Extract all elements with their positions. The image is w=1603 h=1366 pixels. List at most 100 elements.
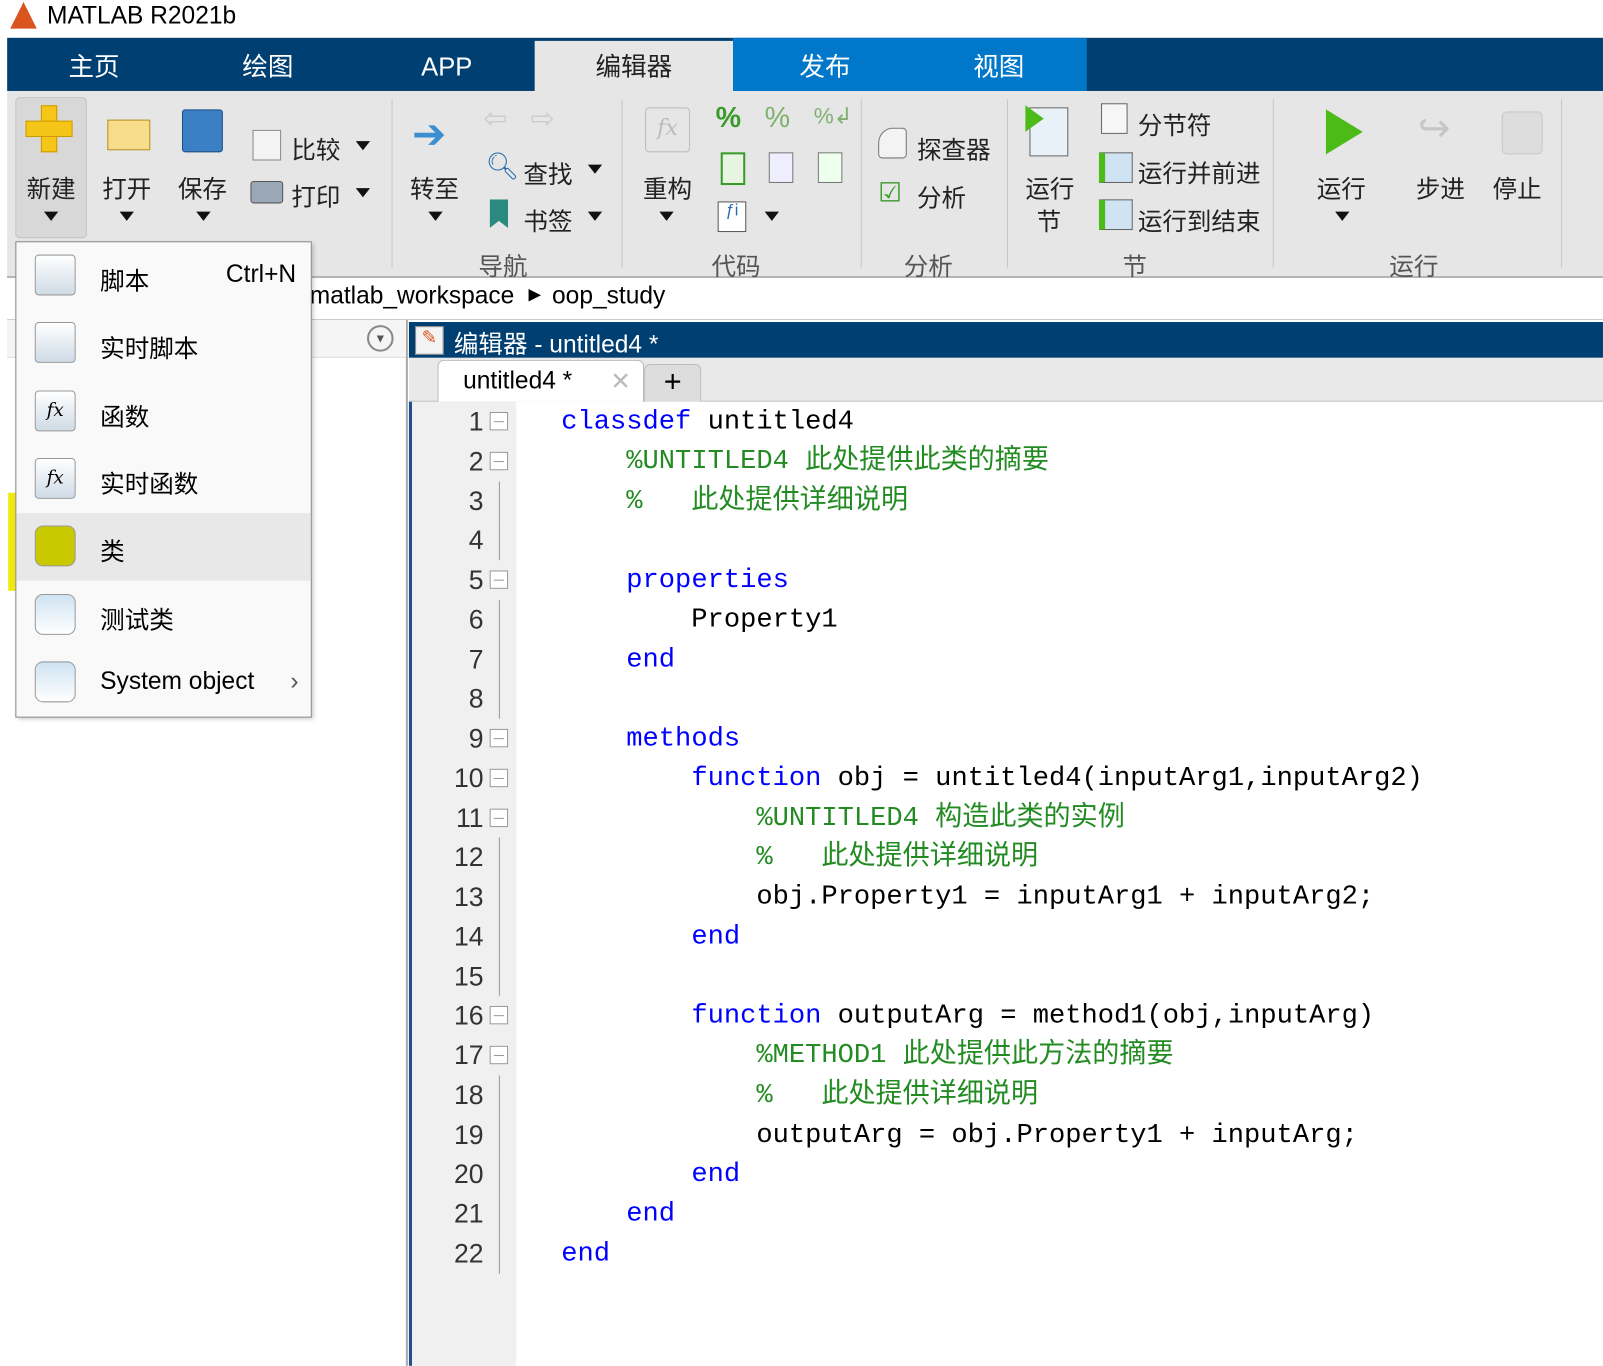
fold-toggle-icon[interactable] xyxy=(489,808,509,827)
compare-icon xyxy=(252,129,282,161)
tab-plots[interactable]: 绘图 xyxy=(212,38,324,91)
chevron-down-icon[interactable] xyxy=(119,211,134,221)
chevron-down-icon[interactable] xyxy=(355,141,371,151)
code-line[interactable]: methods xyxy=(561,719,740,759)
menu-item-test-class[interactable]: 测试类 xyxy=(16,581,310,648)
analyze-button[interactable]: 分析 xyxy=(917,178,966,214)
profiler-button[interactable]: 探查器 xyxy=(917,130,991,166)
menu-item-class[interactable]: 类 xyxy=(16,513,311,581)
menu-item-live-function[interactable]: fx 实时函数 xyxy=(16,446,310,513)
tab-publish[interactable]: 发布 xyxy=(769,38,881,91)
code-line[interactable]: end xyxy=(561,1234,610,1274)
code-line[interactable]: %UNTITLED4 此处提供此类的摘要 xyxy=(561,441,1049,481)
fold-toggle-icon[interactable] xyxy=(489,451,509,471)
chevron-down-icon[interactable] xyxy=(659,211,674,221)
refactor-button[interactable]: 重构 xyxy=(643,169,692,205)
code-comment: %UNTITLED4 构造此类的实例 xyxy=(756,801,1125,833)
forward-arrow-icon[interactable]: ⇨ xyxy=(531,101,555,135)
fold-toggle-icon[interactable] xyxy=(489,570,509,589)
code-line[interactable]: %UNTITLED4 构造此类的实例 xyxy=(561,798,1125,838)
uncomment-icon[interactable]: % xyxy=(765,101,790,134)
wrap-comments-icon[interactable]: %↲ xyxy=(814,103,853,130)
line-number: 15 xyxy=(453,960,484,992)
save-button[interactable]: 保存 xyxy=(178,169,227,205)
code-line[interactable]: % 此处提供详细说明 xyxy=(561,1075,1038,1115)
indent-icon[interactable] xyxy=(768,152,794,183)
tab-home[interactable]: 主页 xyxy=(38,38,150,91)
code-line[interactable]: function obj = untitled4(inputArg1,input… xyxy=(561,758,1423,798)
stop-button[interactable]: 停止 xyxy=(1493,169,1542,205)
code-line[interactable]: % 此处提供详细说明 xyxy=(561,838,1038,878)
tab-view[interactable]: 视图 xyxy=(943,38,1055,91)
menu-item-script[interactable]: 脚本 Ctrl+N xyxy=(16,242,310,309)
chevron-down-icon[interactable] xyxy=(587,211,603,221)
code-line[interactable]: Property1 xyxy=(561,600,837,640)
code-line[interactable]: obj.Property1 = inputArg1 + inputArg2; xyxy=(561,877,1374,917)
editor-tab-bar: untitled4 * ✕ + xyxy=(408,357,1603,402)
menu-item-system-object[interactable]: System object › xyxy=(16,649,310,716)
chevron-down-icon[interactable] xyxy=(764,211,779,221)
menu-item-label: 类 xyxy=(100,538,125,567)
find-button[interactable]: 查找 xyxy=(523,154,572,190)
editor-tab-untitled4[interactable]: untitled4 * ✕ xyxy=(437,359,645,402)
fold-toggle-icon[interactable] xyxy=(489,1006,509,1025)
chevron-down-icon[interactable] xyxy=(355,188,371,198)
comment-icon[interactable]: % xyxy=(716,101,741,134)
chevron-down-icon[interactable] xyxy=(428,211,443,221)
outdent-icon[interactable] xyxy=(817,152,843,183)
print-button[interactable]: 打印 xyxy=(291,177,340,213)
stop-icon[interactable] xyxy=(1501,111,1543,155)
code-line[interactable]: %METHOD1 此处提供此方法的摘要 xyxy=(561,1036,1173,1076)
chevron-down-icon[interactable] xyxy=(43,211,59,221)
fold-toggle-icon[interactable] xyxy=(489,411,509,431)
fold-toggle-icon[interactable] xyxy=(489,768,509,787)
close-icon[interactable]: ✕ xyxy=(610,367,631,397)
section-break-button[interactable]: 分节符 xyxy=(1138,105,1212,141)
panel-menu-icon[interactable]: ▼ xyxy=(367,325,394,352)
chevron-down-icon[interactable] xyxy=(1335,211,1350,221)
step-button[interactable]: 步进 xyxy=(1416,169,1465,205)
menu-item-live-script[interactable]: 实时脚本 xyxy=(16,310,310,377)
open-button[interactable]: 打开 xyxy=(102,169,151,205)
line-number: 19 xyxy=(453,1118,484,1150)
code-line[interactable]: classdef untitled4 xyxy=(561,402,854,442)
code-line[interactable]: outputArg = obj.Property1 + inputArg; xyxy=(561,1115,1358,1155)
code-line[interactable]: end xyxy=(561,1154,740,1194)
fold-toggle-icon[interactable] xyxy=(489,728,509,748)
new-tab-button[interactable]: + xyxy=(644,363,702,402)
code-area[interactable]: classdef untitled4 %UNTITLED4 此处提供此类的摘要 … xyxy=(516,401,1603,1366)
fixed-point-icon[interactable]: ƒi xyxy=(717,201,747,233)
save-disk-icon[interactable] xyxy=(181,109,223,153)
menu-item-function[interactable]: fx 函数 xyxy=(16,378,310,445)
run-section-button[interactable]: 运行 xyxy=(1025,169,1074,205)
chevron-down-icon[interactable] xyxy=(196,211,211,221)
path-segment[interactable]: matlab_workspace xyxy=(310,282,515,311)
step-icon[interactable]: ↪ xyxy=(1418,105,1451,151)
bookmark-button[interactable]: 书签 xyxy=(523,201,572,237)
code-line[interactable]: properties xyxy=(561,560,789,600)
run-button[interactable]: 运行 xyxy=(1317,169,1366,205)
code-line[interactable]: end xyxy=(561,1194,675,1234)
back-arrow-icon[interactable]: ⇦ xyxy=(484,101,508,135)
smart-indent-icon[interactable] xyxy=(720,152,746,186)
code-line[interactable]: % 此处提供详细说明 xyxy=(561,481,908,521)
tab-editor[interactable]: 编辑器 xyxy=(534,40,733,91)
run-and-advance-button[interactable]: 运行并前进 xyxy=(1138,153,1261,189)
goto-button[interactable]: 转至 xyxy=(410,169,459,205)
compare-button[interactable]: 比较 xyxy=(291,130,340,166)
run-play-icon[interactable] xyxy=(1325,109,1363,155)
toolstrip-tabs: 主页 绘图 APP 编辑器 发布 视图 xyxy=(7,37,1603,91)
chevron-down-icon[interactable] xyxy=(587,164,603,174)
code-line[interactable]: function outputArg = method1(obj,inputAr… xyxy=(561,996,1374,1036)
tab-apps[interactable]: APP xyxy=(391,38,503,91)
fold-toggle-icon[interactable] xyxy=(489,1045,509,1065)
run-to-end-button[interactable]: 运行到结束 xyxy=(1138,201,1261,237)
search-icon: 🔍︎ xyxy=(485,150,520,181)
code-line[interactable]: end xyxy=(561,917,740,957)
code-line[interactable]: end xyxy=(561,639,675,679)
path-segment[interactable]: oop_study xyxy=(552,282,665,311)
folder-icon[interactable] xyxy=(107,119,151,151)
group-label-run: 运行 xyxy=(1389,253,1439,282)
